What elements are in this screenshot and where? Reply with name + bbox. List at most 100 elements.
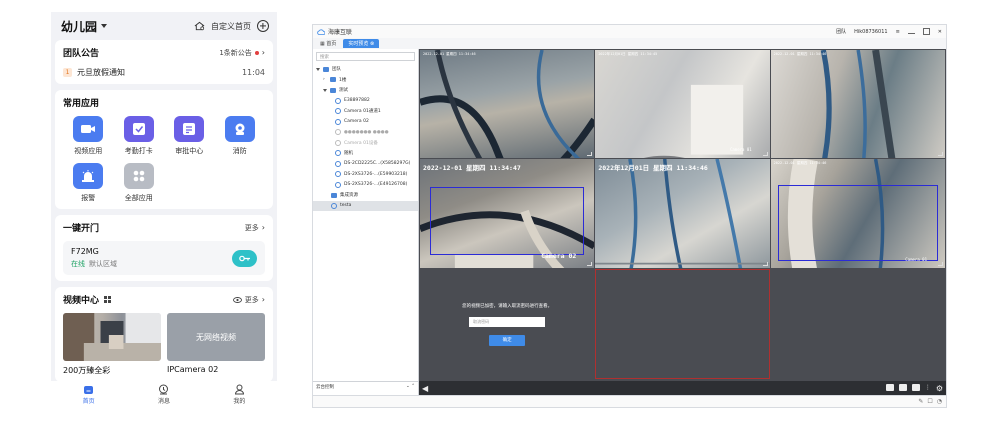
home-icon xyxy=(84,386,94,394)
video-cell[interactable]: 2022-12-01 星期四 11:34:46 xyxy=(420,50,595,158)
notice-badge: 1 xyxy=(63,68,72,77)
tree-node[interactable]: DS-2XS3726-...(E59903218) xyxy=(313,169,418,180)
client-tab-bar: ▦ 首页 实时预览 ⊗ xyxy=(313,38,946,48)
team-label[interactable]: 团队 xyxy=(836,28,846,35)
tree-node[interactable]: E38897882 xyxy=(313,96,418,107)
video-more[interactable]: 更多 xyxy=(245,295,259,305)
square-icon[interactable]: ☐ xyxy=(927,398,932,405)
team-selector[interactable]: 幼儿园 xyxy=(61,18,108,35)
tree-node-label: DS-2XS3726-...(E49126708) xyxy=(344,182,408,188)
app-alarm[interactable]: 报警 xyxy=(63,163,114,203)
video-caption: IPCamera 02 xyxy=(167,365,219,374)
door-area: 默认区域 xyxy=(89,260,117,268)
attendance-icon xyxy=(123,116,154,142)
notice-item[interactable]: 1 元旦放假通知 11:04 xyxy=(63,67,265,78)
tree-node[interactable]: DS-2XS3726-...(E49126708) xyxy=(313,180,418,191)
notice-card: 团队公告 1条新公告 › 1 元旦放假通知 11:04 xyxy=(55,40,273,84)
tab-home[interactable]: 首页 xyxy=(83,384,95,405)
tab-home[interactable]: ▦ 首页 xyxy=(315,39,341,48)
video-cell[interactable]: 2022-12-01 星期四 11:34:47 Camera 02 xyxy=(420,159,595,268)
layout-grid-icon[interactable] xyxy=(885,383,894,391)
ptz-label: 云台控制 xyxy=(316,385,334,390)
camera-icon xyxy=(331,202,337,209)
tab-label: 消息 xyxy=(157,398,170,405)
video-center-title: 视频中心 xyxy=(63,296,100,306)
custom-home-link[interactable]: 自定义首页 xyxy=(211,21,251,32)
notice-time: 11:04 xyxy=(241,68,265,77)
video-caption: 200万臻全彩 xyxy=(63,366,111,375)
tree-node[interactable]: ●●●●●●● ●●●● xyxy=(313,127,418,138)
menu-icon[interactable]: ≡ xyxy=(896,29,900,35)
app-title: 海康互联 xyxy=(328,29,353,36)
tab-live-preview[interactable]: 实时预览 ⊗ xyxy=(343,39,380,48)
confirm-button[interactable]: 确定 xyxy=(489,334,526,346)
encrypted-message: 您的视频已加密，请输入取流密码进行查看。 xyxy=(462,303,553,309)
video-thumbnail: 无网络视频 xyxy=(167,313,265,361)
tab-messages[interactable]: 消息 xyxy=(158,384,170,405)
tree-node[interactable]: › 1楼 xyxy=(313,75,418,86)
settings-gear-icon[interactable]: ⚙ xyxy=(936,384,943,393)
pin-icon[interactable]: ✎ xyxy=(918,398,923,405)
device-tree: 团队 › 1楼 测试 E38897882 Camera 01通道1 Camera … xyxy=(313,64,418,211)
tab-profile[interactable]: 我的 xyxy=(233,384,245,405)
tab-label: 实时预览 xyxy=(348,41,369,47)
no-signal-label: 无网络视频 xyxy=(196,332,236,342)
video-cell[interactable]: 2022年12月01日 星期四 11:34:46 xyxy=(595,159,770,268)
app-fire[interactable]: 消防 xyxy=(215,116,266,156)
tree-node[interactable]: 测试 xyxy=(313,85,418,96)
camera-icon xyxy=(335,108,341,115)
ptz-collapse-icon[interactable]: ⌄ ⌃ xyxy=(406,384,415,390)
empty-video-cell[interactable] xyxy=(770,269,945,379)
tree-node-selected[interactable]: testa xyxy=(313,200,418,211)
video-cell[interactable]: 2022-12-01 星期四 11:34:46 Camera 01 xyxy=(770,159,945,268)
tree-node[interactable]: Camera 01通道1 xyxy=(313,106,418,117)
preview-control-bar: ◀ ⋮ ⚙ xyxy=(419,381,946,395)
more-icon[interactable]: ⋮ xyxy=(925,384,931,393)
app-all[interactable]: 全部应用 xyxy=(114,163,165,203)
empty-video-cell-selected[interactable] xyxy=(595,269,770,379)
app-video[interactable]: 视频应用 xyxy=(63,116,114,156)
app-attendance[interactable]: 考勤打卡 xyxy=(114,116,165,156)
video-tile[interactable]: 200万臻全彩 xyxy=(63,313,161,376)
grid-layout-icon[interactable] xyxy=(104,296,112,303)
search-input[interactable]: 搜索 xyxy=(316,52,415,61)
circle-up-icon[interactable]: ◔ xyxy=(937,398,942,405)
maximize-icon[interactable] xyxy=(922,28,930,35)
window-title-bar: 海康互联 团队 Hik08736011 ≡ ✕ xyxy=(313,25,946,38)
tree-node[interactable]: Camera 02 xyxy=(313,117,418,128)
tab-label: 首页 xyxy=(326,41,337,47)
fullscreen-icon[interactable] xyxy=(911,383,920,391)
apps-title: 常用应用 xyxy=(63,99,100,109)
app-approval[interactable]: 审批中心 xyxy=(164,116,215,156)
chevron-right-icon: › xyxy=(261,223,265,232)
stream-password-input[interactable]: 取流密码 xyxy=(469,316,546,327)
alarm-icon xyxy=(73,163,104,189)
add-icon[interactable] xyxy=(257,20,269,32)
volume-icon[interactable]: ◀ xyxy=(422,384,428,393)
account-label[interactable]: Hik08736011 xyxy=(854,29,888,35)
tree-node[interactable]: DS-2CD2225C...(X5858297G) xyxy=(313,159,418,170)
camera-icon xyxy=(335,150,341,157)
notice-more[interactable]: 1条新公告 › xyxy=(219,48,265,58)
tree-node-label: 测试 xyxy=(339,88,348,94)
video-cell[interactable]: 2022年12月01日 星期四 11:34:45 Camera 01 xyxy=(595,50,770,158)
tree-node[interactable]: 随机 xyxy=(313,148,418,159)
eye-icon[interactable] xyxy=(232,296,242,303)
encrypted-video-cell: 您的视频已加密，请输入取流密码进行查看。 取流密码 确定 xyxy=(420,269,595,379)
tree-node[interactable]: Camera 01设备 xyxy=(313,138,418,149)
door-title: 一键开门 xyxy=(63,224,100,234)
minimize-icon[interactable] xyxy=(907,30,915,34)
signal-icon xyxy=(937,152,943,156)
signal-icon xyxy=(762,262,768,266)
open-door-button[interactable] xyxy=(232,249,257,267)
app-label: 消防 xyxy=(232,147,247,155)
video-cell[interactable]: 2022-12-01 星期四 11:34:46 xyxy=(770,50,945,158)
tree-node[interactable]: 集成资源 xyxy=(313,190,418,201)
door-more[interactable]: 更多 › xyxy=(245,223,265,233)
tree-node[interactable]: 团队 xyxy=(313,64,418,75)
apps-card: 常用应用 视频应用 考勤打卡 审批中心 消防 报警 全部应用 xyxy=(55,90,273,209)
camera-feed-image xyxy=(644,84,744,158)
window-split-icon[interactable] xyxy=(898,383,907,391)
video-tile[interactable]: 无网络视频 IPCamera 02 xyxy=(167,313,265,376)
close-icon[interactable]: ✕ xyxy=(938,29,942,35)
